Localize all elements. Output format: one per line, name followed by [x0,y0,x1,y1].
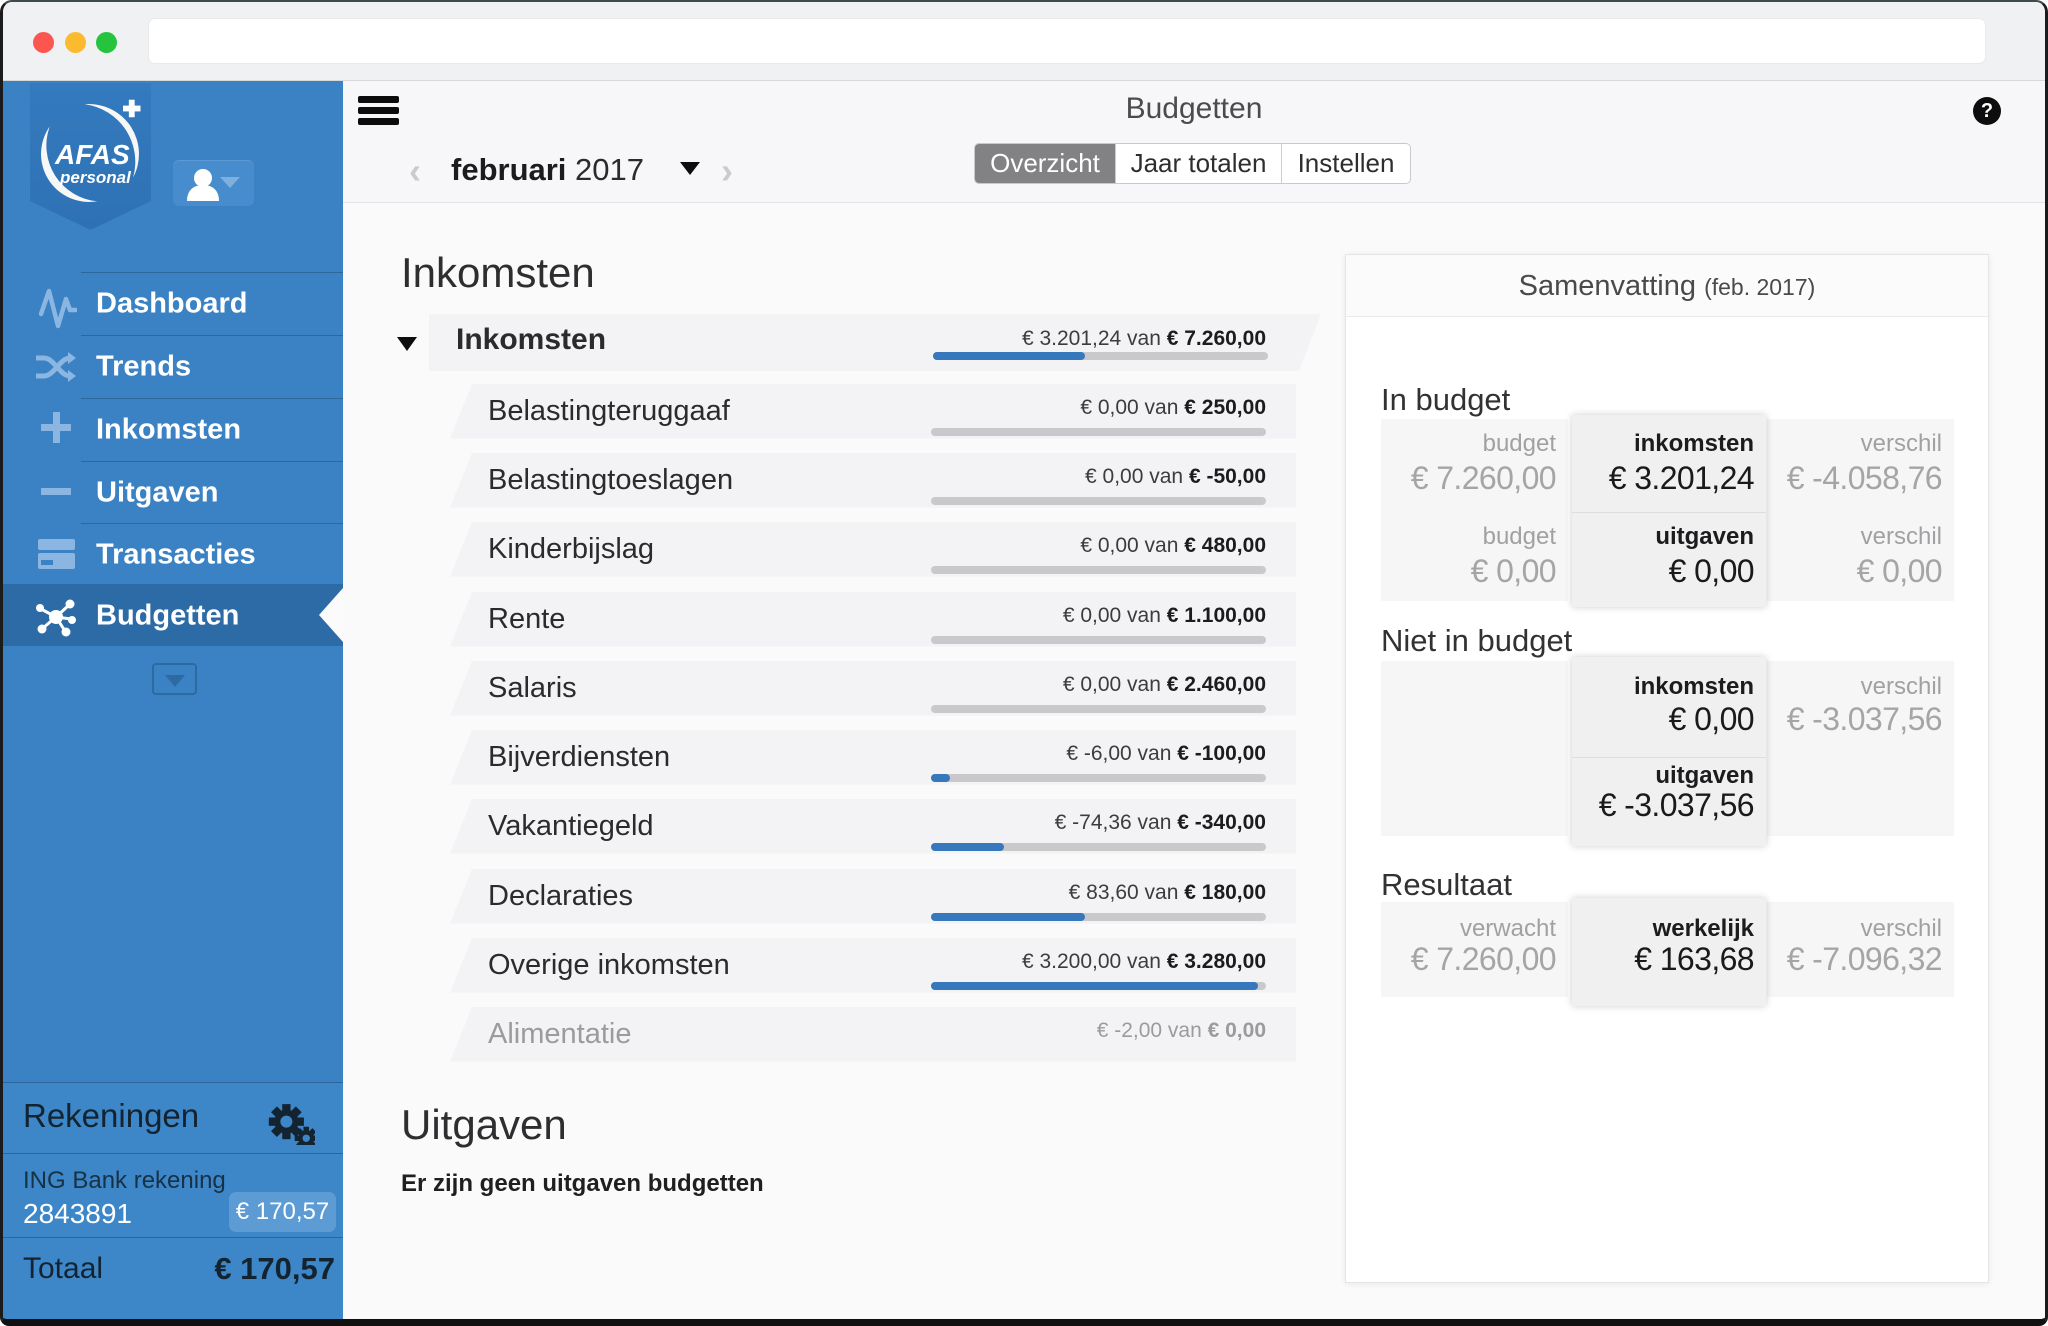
svg-text:personal: personal [59,168,132,187]
svg-text:AFAS: AFAS [54,139,130,170]
